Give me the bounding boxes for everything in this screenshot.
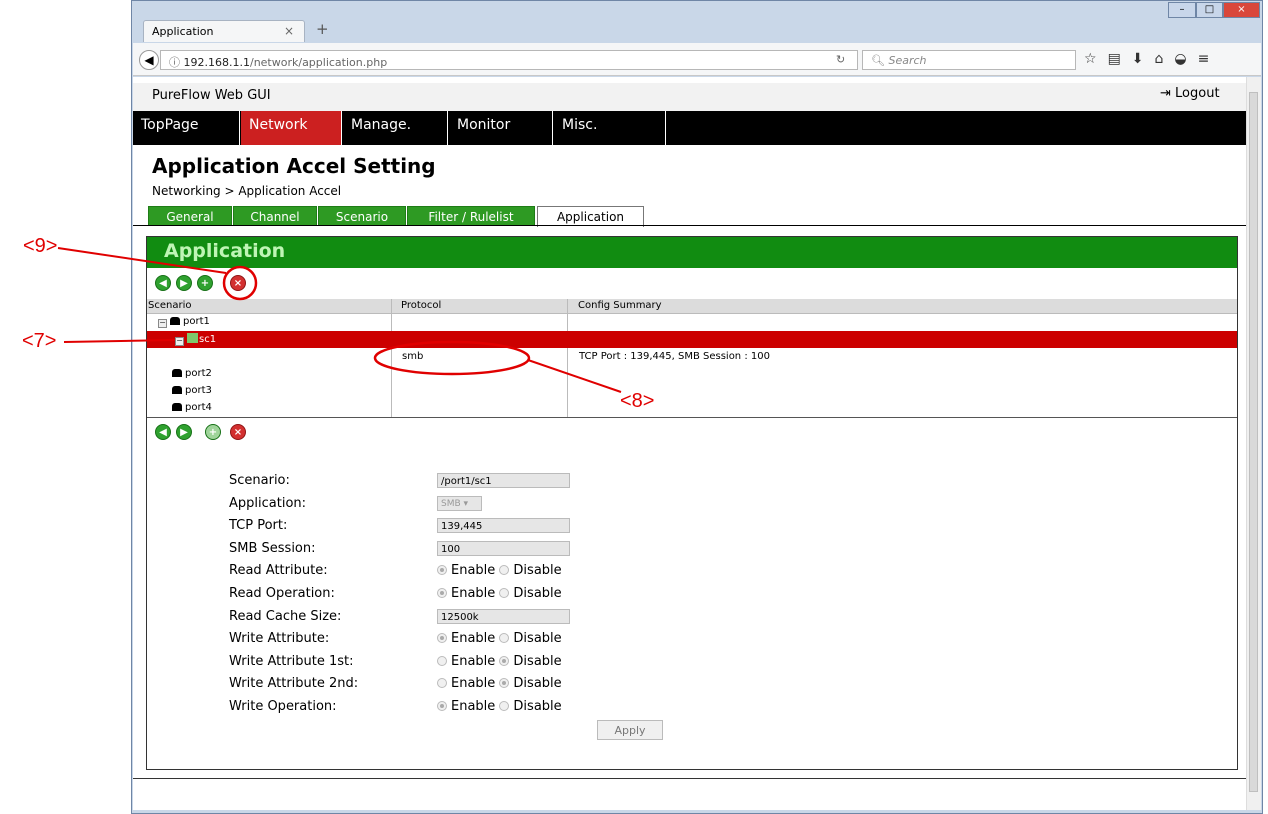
annotation-label-9: <9> [23,235,58,257]
annotation-circle-9 [222,265,258,301]
annotation-line-8 [527,359,622,393]
annotation-label-7: <7> [22,330,57,352]
annotation-line-9 [57,247,227,274]
annotation-line-7 [63,339,176,343]
annotation-label-8: <8> [620,390,655,412]
annotation-ellipse-8 [373,340,531,376]
